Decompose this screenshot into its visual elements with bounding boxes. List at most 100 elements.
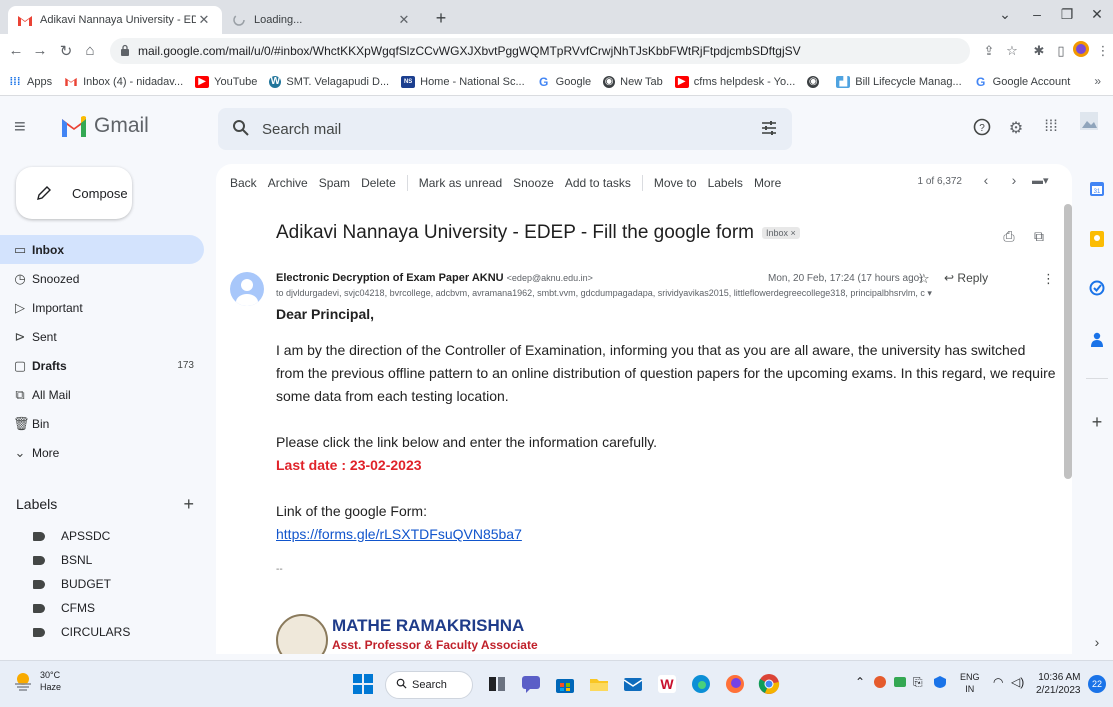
reload-icon[interactable]: ↻ [56, 42, 76, 60]
forward-arrow-icon[interactable]: → [30, 42, 50, 59]
nav-item-drafts[interactable]: ▢ Drafts 173 [0, 351, 204, 380]
compose-button[interactable]: Compose [16, 167, 132, 219]
restore-button[interactable]: ❐ [1052, 6, 1082, 23]
message-more-options-icon[interactable]: ⋮ [1042, 271, 1055, 287]
label-item-cfms[interactable]: CFMS [0, 596, 210, 620]
bookmark-globe[interactable]: ◉ [807, 75, 824, 88]
add-to-tasks-button[interactable]: Add to tasks [565, 176, 631, 190]
share-icon[interactable]: ⇪ [980, 43, 998, 59]
wifi-icon[interactable]: ◠ [993, 675, 1003, 689]
contacts-icon[interactable] [1088, 330, 1106, 348]
labels-button[interactable]: Labels [708, 176, 743, 190]
address-bar[interactable]: mail.google.com/mail/u/0/#inbox/WhctKKXp… [110, 38, 970, 64]
tray-device-icon[interactable]: ⎘ [913, 675, 923, 690]
label-item-budget[interactable]: BUDGET [0, 572, 210, 596]
mail-app-icon[interactable] [620, 671, 646, 697]
newer-chevron-left-icon[interactable]: ‹ [978, 172, 994, 188]
tab-loading[interactable]: Loading... ✕ [222, 6, 422, 34]
delete-button[interactable]: Delete [361, 176, 396, 190]
back-button[interactable]: Back [230, 176, 257, 190]
older-chevron-right-icon[interactable]: › [1006, 172, 1022, 188]
nav-item-bin[interactable]: 🗑 Bin [0, 409, 204, 438]
back-arrow-icon[interactable]: ← [6, 42, 26, 59]
bookmark-google-account[interactable]: G Google Account [974, 75, 1070, 89]
edge-browser-icon[interactable] [688, 671, 714, 697]
volume-icon[interactable]: ◁) [1011, 675, 1024, 689]
reply-button[interactable]: ↩ Reply [944, 271, 988, 285]
show-side-panel-chevron-icon[interactable]: › [1088, 634, 1106, 650]
nav-item-important[interactable]: ▷ Important [0, 293, 204, 322]
minimize-button[interactable]: – [1022, 6, 1052, 22]
nav-item-inbox[interactable]: ▭ Inbox [0, 235, 204, 264]
task-view-icon[interactable] [484, 671, 510, 697]
side-panel-icon[interactable]: ▯ [1052, 43, 1070, 59]
label-item-apssdc[interactable]: APSSDC [0, 524, 210, 548]
tab-close-icon[interactable]: ✕ [196, 12, 212, 28]
main-menu-icon[interactable]: ≡ [14, 116, 26, 139]
gmail-logo[interactable]: Gmail [60, 114, 149, 138]
windows-start-icon[interactable] [350, 671, 376, 697]
google-apps-icon[interactable]: ⁞⁞⁞ [1040, 118, 1062, 136]
home-icon[interactable]: ⌂ [80, 42, 100, 59]
new-tab-button[interactable]: + [430, 8, 452, 29]
tasks-icon[interactable] [1088, 279, 1106, 297]
move-to-button[interactable]: Move to [654, 176, 697, 190]
bookmark-inbox[interactable]: Inbox (4) - nidadav... [64, 76, 183, 88]
bookmark-bill-lifecycle[interactable]: ▟ Bill Lifecycle Manag... [836, 75, 962, 88]
calendar-icon[interactable]: 31 [1088, 180, 1106, 198]
file-explorer-icon[interactable] [586, 671, 612, 697]
tab-search-chevron-icon[interactable]: ⌄ [990, 6, 1020, 23]
create-label-button[interactable]: + [183, 494, 194, 515]
bookmark-google[interactable]: G Google [537, 75, 591, 89]
inbox-label-badge[interactable]: Inbox × [762, 227, 800, 239]
nav-item-all-mail[interactable]: ⧉ All Mail [0, 380, 204, 409]
print-icon[interactable]: ⎙ [1000, 228, 1018, 245]
help-icon[interactable]: ? [971, 118, 993, 141]
keep-icon[interactable] [1088, 230, 1106, 248]
archive-button[interactable]: Archive [268, 176, 308, 190]
google-form-link[interactable]: https://forms.gle/rLSXTDFsuQVN85ba7 [276, 523, 1056, 546]
weather-widget[interactable]: 30°C Haze [12, 669, 61, 693]
nav-item-more[interactable]: ⌄ More [0, 438, 204, 467]
notification-count-badge[interactable]: 22 [1088, 675, 1106, 693]
word-icon[interactable]: W [654, 671, 680, 697]
label-item-circulars[interactable]: CIRCULARS [0, 620, 210, 644]
tab-gmail[interactable]: Adikavi Nannaya University - EDE ✕ [8, 6, 222, 34]
nav-item-sent[interactable]: ⊳ Sent [0, 322, 204, 351]
sender-info[interactable]: Electronic Decryption of Exam Paper AKNU… [276, 272, 593, 284]
bookmark-cfms[interactable]: ▶ cfms helpdesk - Yo... [674, 75, 795, 88]
label-item-bsnl[interactable]: BSNL [0, 548, 210, 572]
settings-gear-icon[interactable]: ⚙ [1005, 118, 1027, 138]
sender-avatar[interactable] [230, 272, 264, 306]
mark-unread-button[interactable]: Mark as unread [419, 176, 502, 190]
system-clock[interactable]: 10:36 AM 2/21/2023 [1036, 671, 1081, 697]
tab-close-icon[interactable]: ✕ [396, 12, 412, 28]
recipients-list[interactable]: to djvldurgadevi, svjc04218, bvrcollege,… [276, 288, 1016, 299]
extensions-icon[interactable]: ✱ [1030, 43, 1048, 59]
taskbar-search[interactable]: Search [385, 671, 473, 699]
tray-sync-icon[interactable] [893, 675, 907, 692]
bookmark-velagapudi[interactable]: W SMT. Velagapudi D... [269, 75, 389, 88]
bookmark-youtube[interactable]: ▶ YouTube [195, 75, 257, 88]
microsoft-store-icon[interactable] [552, 671, 578, 697]
bookmark-star-icon[interactable]: ☆ [1003, 43, 1021, 59]
search-filter-icon[interactable] [760, 119, 778, 141]
input-tools-keyboard-icon[interactable]: ▬▾ [1032, 174, 1049, 187]
browser-menu-icon[interactable]: ⋮ [1094, 43, 1112, 59]
snooze-button[interactable]: Snooze [513, 176, 554, 190]
bookmarks-overflow-button[interactable]: » [1094, 74, 1101, 88]
get-addons-plus-icon[interactable]: + [1088, 412, 1106, 433]
spam-button[interactable]: Spam [319, 176, 350, 190]
input-language-indicator[interactable]: ENG IN [960, 671, 980, 695]
chat-icon[interactable] [518, 671, 544, 697]
nav-item-snoozed[interactable]: ◷ Snoozed [0, 264, 204, 293]
firefox-icon[interactable] [722, 671, 748, 697]
profile-avatar-icon[interactable] [1072, 41, 1090, 60]
bookmark-apps[interactable]: ⁞⁞⁞ Apps [8, 76, 53, 88]
close-window-button[interactable]: ✕ [1082, 6, 1112, 23]
search-icon[interactable] [232, 119, 250, 141]
tray-app-icon[interactable] [873, 675, 887, 692]
star-icon[interactable]: ☆ [918, 271, 930, 287]
account-avatar-icon[interactable] [1078, 110, 1100, 137]
open-new-window-icon[interactable]: ⧉ [1030, 228, 1048, 245]
